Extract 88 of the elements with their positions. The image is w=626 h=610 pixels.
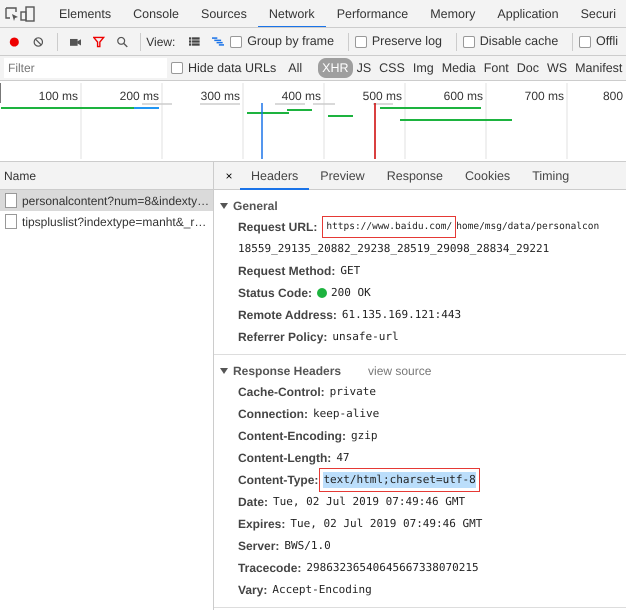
time-tick-label: 700 ms <box>524 88 564 105</box>
panel-tab[interactable]: Memory <box>419 0 486 27</box>
expand-triangle-icon[interactable] <box>220 203 228 209</box>
field-label: Status Code: <box>238 285 312 302</box>
file-icon <box>5 214 17 229</box>
type-filter[interactable]: Img <box>408 58 438 78</box>
field-value: private <box>330 384 376 400</box>
record-icon[interactable] <box>9 34 20 48</box>
field-label: Vary: <box>238 582 268 599</box>
url-text: home/msg/data/personalcon <box>456 220 600 234</box>
column-header: Name <box>0 162 213 190</box>
checkbox[interactable]: Preserve log <box>354 32 442 51</box>
detail-tab[interactable]: Cookies <box>454 162 522 190</box>
time-tick-label: 800 <box>603 88 624 105</box>
time-tick-label: 100 ms <box>38 88 78 105</box>
type-filter[interactable]: Font <box>480 58 513 78</box>
panel-tab[interactable]: Performance <box>326 0 420 27</box>
field-value: unsafe-url <box>332 328 399 345</box>
type-filter[interactable]: WS <box>543 58 572 78</box>
field-value: keep-alive <box>313 406 380 422</box>
request-row[interactable]: tipspluslist?indextype=manht&_r… <box>0 211 213 232</box>
detail-tab[interactable]: Timing <box>521 162 580 190</box>
detail-tab[interactable]: Response <box>376 162 454 190</box>
panel-tab[interactable]: Elements <box>48 0 122 27</box>
type-filter[interactable]: All <box>284 58 306 78</box>
field-value: gzip <box>350 428 378 444</box>
section-title[interactable]: General <box>233 197 278 215</box>
time-tick-label: 600 ms <box>444 88 483 105</box>
dom-loaded-marker-line <box>261 103 263 159</box>
field-label: Date: <box>238 494 268 511</box>
field-label: Connection: <box>238 406 308 423</box>
filter-field[interactable]: Filter <box>4 58 167 78</box>
detail-tab[interactable]: Headers <box>240 162 310 190</box>
request-name: personalcontent?num=8&indexty… <box>22 192 210 210</box>
field-label: Server: <box>238 538 280 555</box>
time-tick-label: 400 ms <box>282 88 321 105</box>
field-value: 29863236540645667338070215 <box>306 560 479 576</box>
type-filter[interactable]: Manifest <box>571 58 626 78</box>
panel-tab[interactable]: Securi <box>570 0 626 27</box>
field-label: Referrer Policy: <box>238 329 328 346</box>
expand-triangle-icon[interactable] <box>220 368 228 374</box>
type-filter[interactable]: JS <box>352 58 376 78</box>
search-icon[interactable] <box>116 34 128 48</box>
field-value: 200 OK <box>331 284 371 301</box>
panel-tab[interactable]: Sources <box>190 0 258 27</box>
field-label: Remote Address: <box>238 307 337 324</box>
panel-tab[interactable]: Console <box>122 0 190 27</box>
field-label: Content-Type: <box>238 472 318 489</box>
checkbox[interactable]: Offli <box>579 32 618 51</box>
time-tick-label: 300 ms <box>200 88 240 105</box>
view-label: View: <box>146 34 176 50</box>
field-value: text/html;charset=utf-8 <box>323 472 476 488</box>
field-value: Accept-Encoding <box>272 582 372 598</box>
waterfall-view-icon[interactable] <box>212 36 224 47</box>
request-name: tipspluslist?indextype=manht&_r… <box>22 214 206 230</box>
type-filter[interactable]: Doc <box>512 58 543 78</box>
checkbox[interactable]: Disable cache <box>462 32 558 51</box>
field-value: 61.135.169.121:443 <box>342 306 462 323</box>
time-tick-label: 200 ms <box>120 88 159 105</box>
filter-icon[interactable] <box>93 34 105 48</box>
panel-tab[interactable]: Application <box>486 0 570 27</box>
field-value: 47 <box>336 450 350 466</box>
field-label: Cache-Control: <box>238 384 325 401</box>
url-text: 18559_29135_20882_29238_28519_29098_28834_29221 <box>238 240 550 257</box>
close-button[interactable]: × <box>218 164 240 186</box>
field-value: BWS/1.0 <box>284 538 331 554</box>
detail-tab[interactable]: Preview <box>309 162 376 190</box>
checkbox[interactable]: Hide data URLs <box>171 58 276 78</box>
request-row[interactable]: personalcontent?num=8&indexty… <box>0 190 213 211</box>
checkbox[interactable]: Group by frame <box>230 32 334 51</box>
field-label: Content-Length: <box>238 450 332 467</box>
type-filter[interactable]: CSS <box>375 58 409 78</box>
field-label: Request URL: <box>238 219 318 236</box>
load-marker-line <box>374 103 376 159</box>
field-label: Request Method: <box>238 263 336 280</box>
file-icon <box>5 193 17 208</box>
field-label: Expires: <box>238 516 286 533</box>
time-tick-label: 500 ms <box>362 88 402 105</box>
section-title[interactable]: Response Headers <box>233 362 342 380</box>
field-value: GET <box>340 262 360 279</box>
field-value: Tue, 02 Jul 2019 07:49:46 GMT <box>290 516 482 532</box>
field-label: Content-Encoding: <box>238 428 346 445</box>
clear-icon[interactable] <box>32 34 44 48</box>
field-label: Tracecode: <box>238 560 302 577</box>
type-filter[interactable]: Media <box>438 58 480 78</box>
view-source-link[interactable]: view source <box>368 362 432 380</box>
field-value: Tue, 02 Jul 2019 07:49:46 GMT <box>273 494 466 510</box>
list-view-icon[interactable] <box>189 36 200 47</box>
